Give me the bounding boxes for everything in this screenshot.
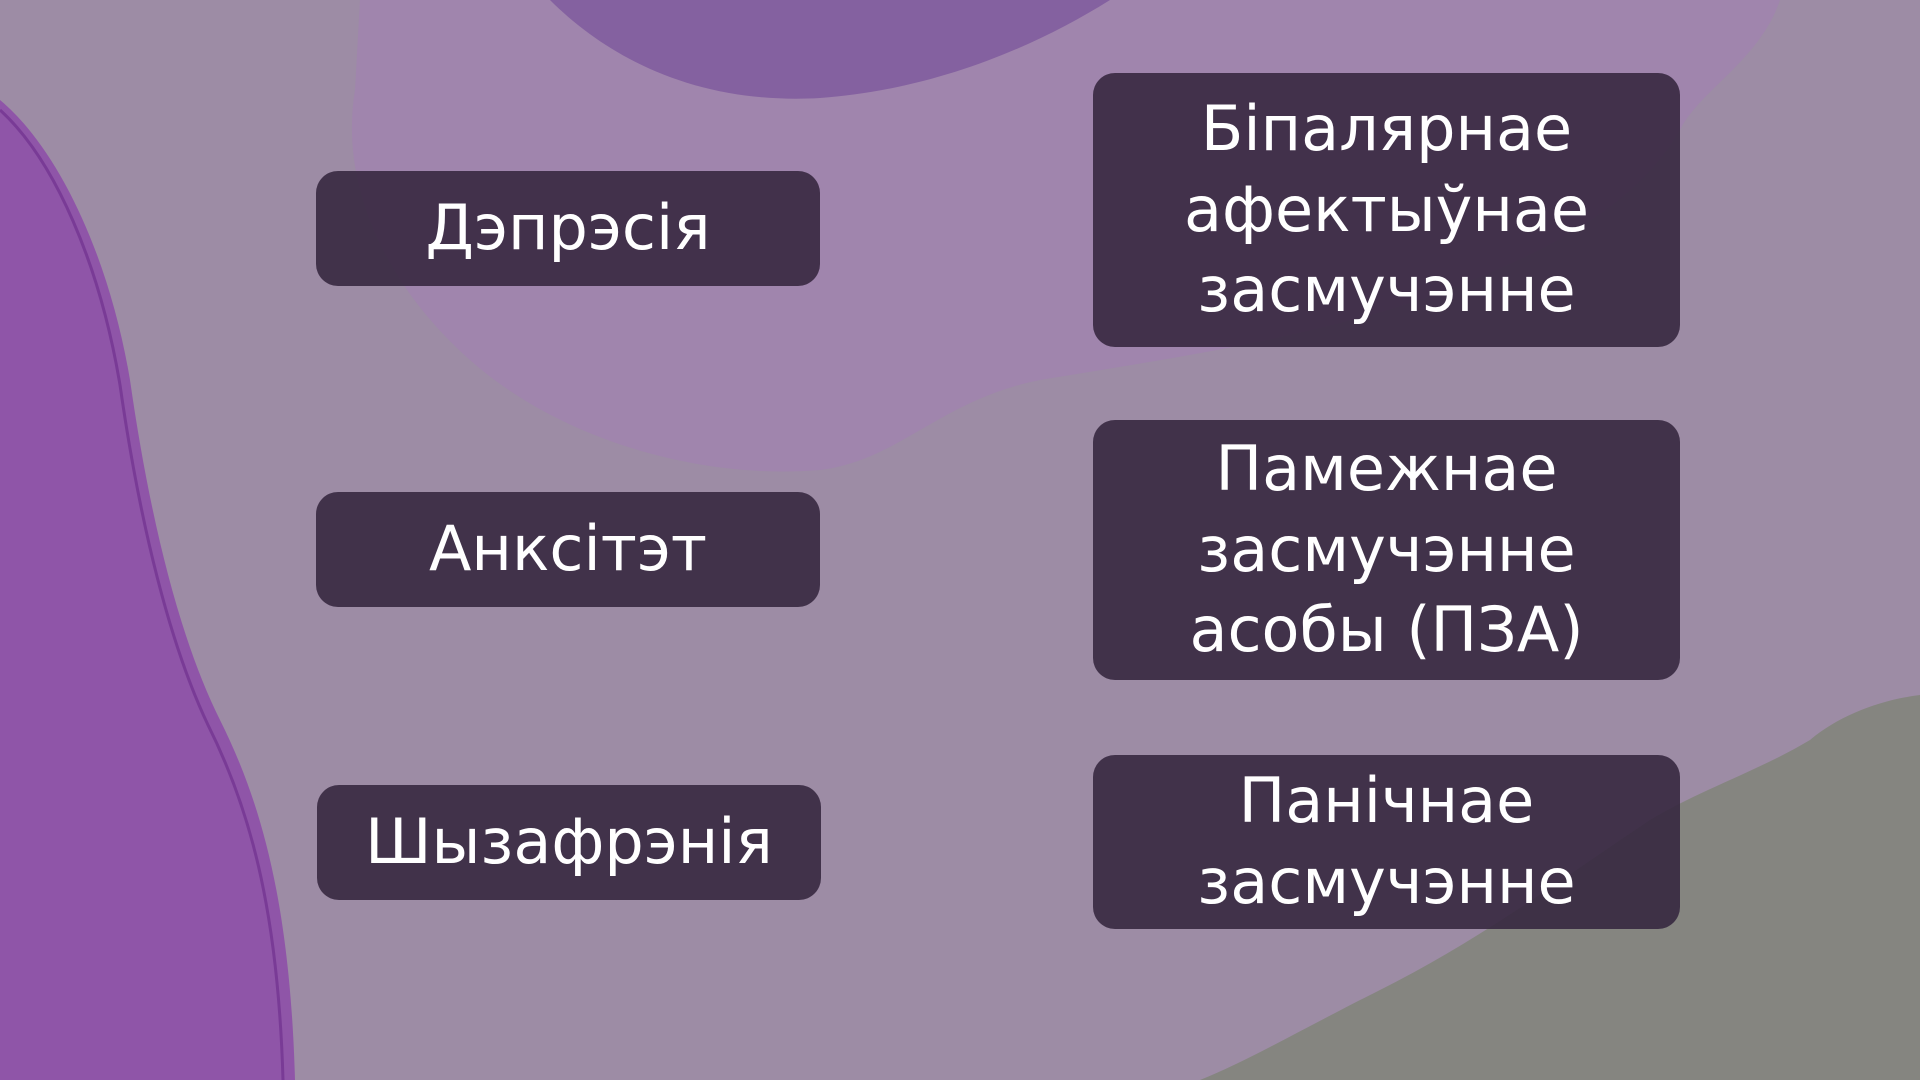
card-schizophrenia: Шызафрэнія [317, 785, 821, 900]
card-bipolar-disorder: Біпалярнае афектыўнае засмучэнне [1093, 73, 1680, 347]
card-anxiety: Анксітэт [316, 492, 820, 607]
card-borderline-personality-disorder: Памежнае засмучэнне асобы (ПЗА) [1093, 420, 1680, 680]
card-panic-disorder: Панічнае засмучэнне [1093, 755, 1680, 929]
card-depression: Дэпрэсія [316, 171, 820, 286]
left-purple-stripe [0, 100, 295, 1080]
